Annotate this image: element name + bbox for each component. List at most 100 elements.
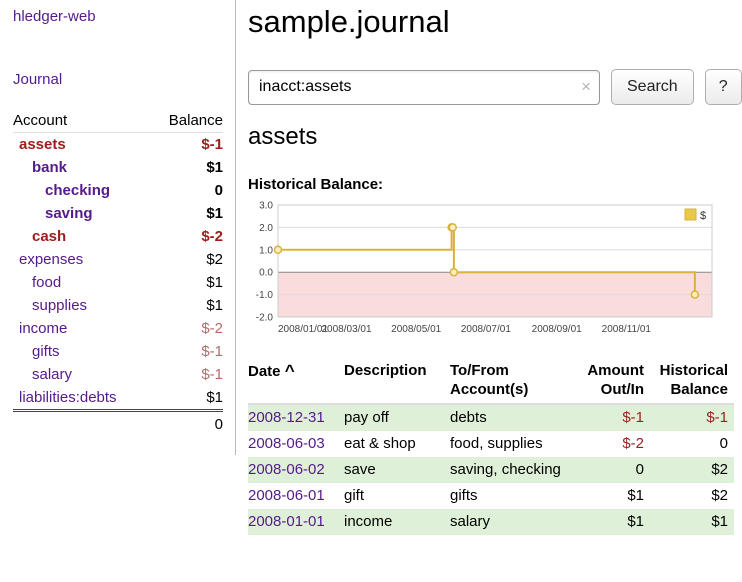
search-button[interactable]: Search	[611, 69, 694, 105]
clear-search-icon[interactable]: ×	[581, 77, 591, 97]
account-balance: $2	[151, 248, 223, 271]
transaction-balance: $1	[650, 509, 734, 535]
account-row: income$-2	[13, 317, 223, 340]
main-content: sample.journal × Search ? assets Histori…	[236, 0, 742, 535]
account-row: gifts$-1	[13, 340, 223, 363]
account-link[interactable]: supplies	[13, 294, 151, 317]
account-row: liabilities:debts$1	[13, 386, 223, 411]
account-balance: $1	[151, 294, 223, 317]
transaction-date-link[interactable]: 2008-06-03	[248, 431, 344, 457]
account-link[interactable]: food	[13, 271, 151, 294]
transaction-row: 2008-06-03eat & shopfood, supplies$-20	[248, 431, 734, 457]
svg-text:3.0: 3.0	[259, 201, 273, 212]
help-button[interactable]: ?	[705, 69, 742, 105]
col-accounts: To/From Account(s)	[450, 358, 572, 404]
transaction-row: 2008-06-02savesaving, checking0$2	[248, 457, 734, 483]
col-description: Description	[344, 358, 450, 404]
svg-text:2.0: 2.0	[259, 223, 273, 234]
register-header-row: Date ^ Description To/From Account(s) Am…	[248, 358, 734, 404]
transaction-row: 2008-12-31pay offdebts$-1$-1	[248, 404, 734, 431]
account-balance: $1	[151, 271, 223, 294]
svg-text:-1.0: -1.0	[256, 290, 274, 301]
app-title-link[interactable]: hledger-web	[13, 8, 223, 25]
transaction-amount: $-1	[572, 404, 650, 431]
transaction-balance: $2	[650, 483, 734, 509]
svg-text:2008/07/01: 2008/07/01	[461, 324, 511, 335]
account-link[interactable]: bank	[13, 156, 151, 179]
account-link[interactable]: gifts	[13, 340, 151, 363]
transaction-description: pay off	[344, 404, 450, 431]
legend-swatch	[685, 209, 696, 220]
transaction-date-link[interactable]: 2008-12-31	[248, 404, 344, 431]
account-row: saving$1	[13, 202, 223, 225]
account-balance: $1	[151, 386, 223, 411]
account-title: assets	[248, 122, 742, 152]
svg-text:0.0: 0.0	[259, 268, 273, 279]
transaction-balance: 0	[650, 431, 734, 457]
data-point-marker	[275, 246, 282, 253]
transaction-accounts: saving, checking	[450, 457, 572, 483]
account-row: bank$1	[13, 156, 223, 179]
transaction-amount: $1	[572, 483, 650, 509]
search-input[interactable]	[248, 70, 600, 105]
accounts-total-value: 0	[151, 411, 223, 437]
accounts-body: assets$-1bank$1checking0saving$1cash$-2e…	[13, 133, 223, 411]
account-row: food$1	[13, 271, 223, 294]
account-balance: $-2	[151, 317, 223, 340]
data-point-marker	[449, 224, 456, 231]
account-link[interactable]: cash	[13, 225, 151, 248]
transaction-amount: $1	[572, 509, 650, 535]
transaction-date-link[interactable]: 2008-06-02	[248, 457, 344, 483]
account-balance: $1	[151, 156, 223, 179]
svg-text:1.0: 1.0	[259, 245, 273, 256]
account-row: assets$-1	[13, 133, 223, 157]
journal-title: sample.journal	[248, 4, 742, 40]
account-link[interactable]: assets	[13, 133, 151, 157]
transaction-balance: $-1	[650, 404, 734, 431]
svg-text:-2.0: -2.0	[256, 313, 274, 324]
account-balance: $-1	[151, 133, 223, 157]
transaction-row: 2008-06-01giftgifts$1$2	[248, 483, 734, 509]
accounts-header-row: Account Balance	[13, 109, 223, 133]
account-balance: $-2	[151, 225, 223, 248]
transaction-row: 2008-01-01incomesalary$1$1	[248, 509, 734, 535]
transaction-balance: $2	[650, 457, 734, 483]
account-row: expenses$2	[13, 248, 223, 271]
transaction-date-link[interactable]: 2008-01-01	[248, 509, 344, 535]
chart-title: Historical Balance:	[248, 176, 742, 193]
nav-journal-link[interactable]: Journal	[13, 71, 223, 88]
svg-text:2008/11/01: 2008/11/01	[602, 324, 652, 335]
search-box: ×	[248, 70, 600, 105]
transaction-description: save	[344, 457, 450, 483]
transaction-date-link[interactable]: 2008-06-01	[248, 483, 344, 509]
col-date[interactable]: Date ^	[248, 358, 344, 404]
transaction-amount: $-2	[572, 431, 650, 457]
account-link[interactable]: salary	[13, 363, 151, 386]
accounts-table: Account Balance assets$-1bank$1checking0…	[13, 109, 223, 436]
account-balance: $1	[151, 202, 223, 225]
transaction-description: income	[344, 509, 450, 535]
transaction-amount: 0	[572, 457, 650, 483]
hledger-web-app: hledger-web Journal Account Balance asse…	[0, 0, 742, 535]
account-link[interactable]: saving	[13, 202, 151, 225]
transaction-accounts: food, supplies	[450, 431, 572, 457]
col-date-label: Date	[248, 363, 281, 380]
accounts-header-balance: Balance	[151, 109, 223, 133]
data-point-marker	[691, 291, 698, 298]
account-link[interactable]: income	[13, 317, 151, 340]
col-balance: Historical Balance	[650, 358, 734, 404]
account-row: supplies$1	[13, 294, 223, 317]
register-table: Date ^ Description To/From Account(s) Am…	[248, 358, 734, 535]
account-link[interactable]: liabilities:debts	[13, 386, 151, 411]
search-form: × Search ?	[248, 69, 742, 105]
transaction-description: eat & shop	[344, 431, 450, 457]
data-point-marker	[450, 269, 457, 276]
legend-label: $	[700, 210, 706, 222]
transaction-accounts: debts	[450, 404, 572, 431]
transaction-accounts: salary	[450, 509, 572, 535]
account-link[interactable]: checking	[13, 179, 151, 202]
accounts-header-account: Account	[13, 109, 151, 133]
account-link[interactable]: expenses	[13, 248, 151, 271]
account-row: checking0	[13, 179, 223, 202]
transaction-description: gift	[344, 483, 450, 509]
